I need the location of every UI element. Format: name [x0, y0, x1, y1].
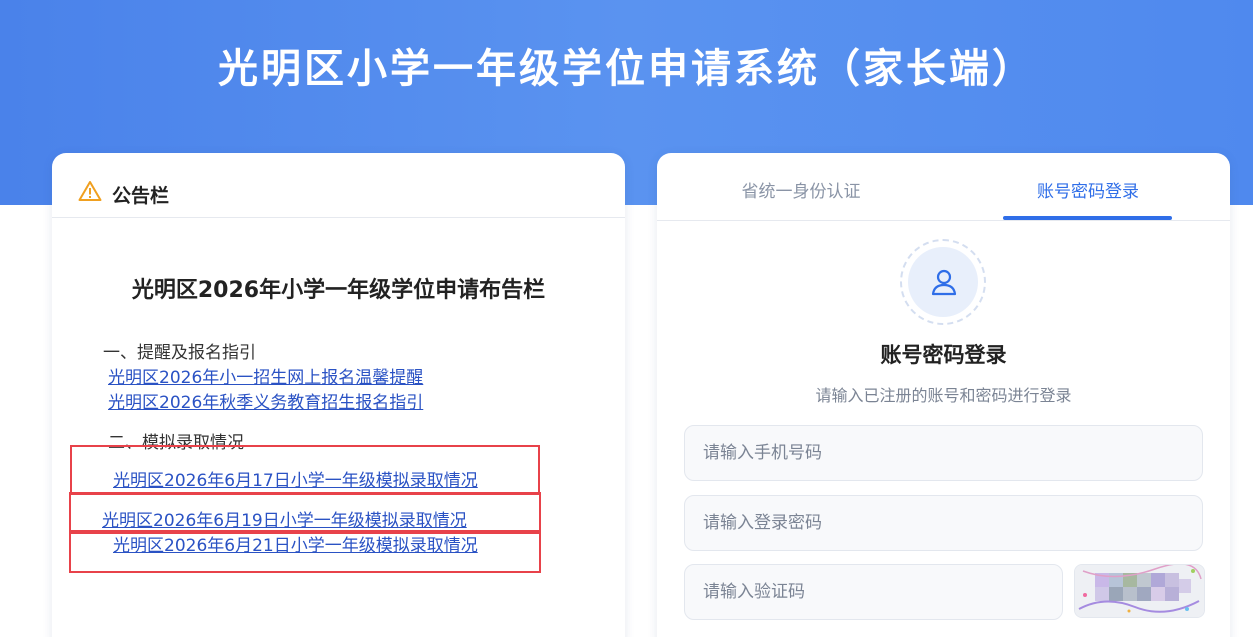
notice-panel: 公告栏 光明区2026年小学一年级学位申请布告栏 一、提醒及报名指引 光明区20…: [52, 153, 625, 637]
active-tab-indicator: [1003, 216, 1172, 220]
highlight-box: [69, 530, 541, 573]
warning-triangle-icon: [78, 181, 102, 201]
page: 光明区小学一年级学位申请系统（家长端） 公告栏 光明区2026年小学一年级学位申…: [0, 0, 1253, 637]
highlight-box: [69, 492, 541, 534]
login-panel: 省统一身份认证 账号密码登录 账号密码登录 请输入已注册的账号和密码进行登录: [657, 153, 1230, 637]
link-registration-reminder[interactable]: 光明区2026年小一招生网上报名温馨提醒: [108, 363, 423, 388]
login-title: 账号密码登录: [880, 343, 1007, 367]
captcha-image[interactable]: [1074, 564, 1205, 618]
password-input[interactable]: [684, 495, 1203, 551]
highlight-box: [70, 445, 540, 495]
tab-unified-identity[interactable]: 省统一身份认证: [681, 177, 921, 202]
login-subtitle: 请输入已注册的账号和密码进行登录: [815, 386, 1072, 405]
section-reminder-title: 一、提醒及报名指引: [103, 343, 256, 363]
notice-panel-title: 公告栏: [112, 185, 170, 207]
notice-heading: 光明区2026年小学一年级学位申请布告栏: [131, 278, 546, 303]
link-registration-guide[interactable]: 光明区2026年秋季义务教育招生报名指引: [108, 388, 423, 413]
captcha-noise: [1075, 565, 1204, 617]
login-tabs: 省统一身份认证 账号密码登录: [657, 153, 1230, 221]
tab-account-password[interactable]: 账号密码登录: [968, 177, 1208, 202]
page-title: 光明区小学一年级学位申请系统（家长端）: [218, 46, 1035, 92]
phone-input[interactable]: [684, 425, 1203, 481]
captcha-input[interactable]: [684, 564, 1063, 620]
notice-panel-header: 公告栏: [52, 153, 625, 218]
user-icon: [931, 269, 957, 296]
